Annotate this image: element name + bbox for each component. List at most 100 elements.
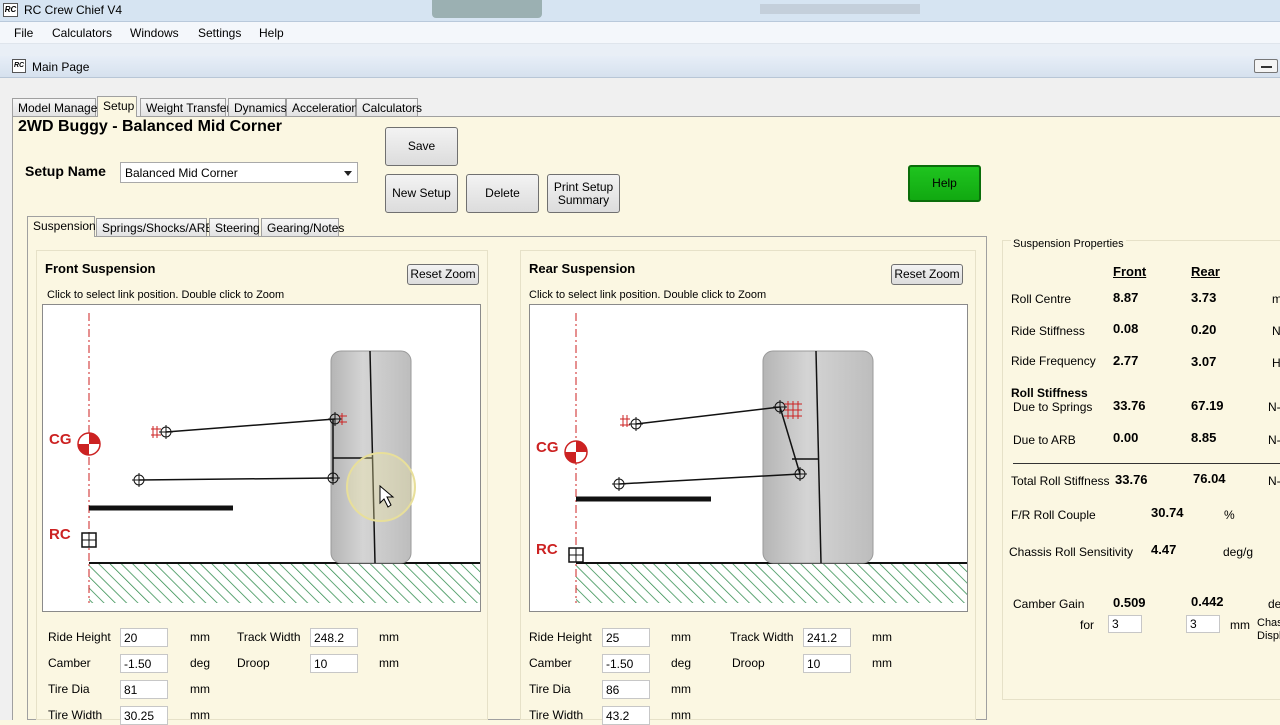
- front-suspension-canvas[interactable]: [42, 304, 481, 612]
- sensitivity-unit: deg/g: [1223, 545, 1254, 559]
- save-button[interactable]: Save: [385, 127, 458, 166]
- background-window-ghost: [432, 0, 542, 18]
- front-reset-zoom-button[interactable]: Reset Zoom: [407, 264, 479, 285]
- tab-acceleration[interactable]: Acceleration: [286, 98, 358, 116]
- ride-stiffness-front: 0.08: [1113, 321, 1139, 336]
- rc-marker: [568, 547, 584, 563]
- mdi-gap: [0, 44, 1280, 56]
- upper-link[interactable]: [165, 418, 336, 433]
- for-label: for: [1080, 618, 1095, 632]
- tab-weight-transfer[interactable]: Weight Transfer: [140, 98, 230, 116]
- tab-calculators[interactable]: Calculators: [356, 98, 422, 116]
- rear-tire-width-input[interactable]: 43.2: [602, 706, 650, 725]
- chassis-disp-line2: Displ: [1257, 630, 1280, 642]
- col-rear-header: Rear: [1191, 264, 1220, 279]
- window-titlebar: RC RC Crew Chief V4: [0, 0, 1280, 22]
- front-tire-dia-input[interactable]: 81: [120, 680, 168, 699]
- due-arb-rear: 8.85: [1191, 430, 1217, 445]
- front-track-width-label: Track Width: [237, 630, 301, 644]
- new-setup-button[interactable]: New Setup: [385, 174, 458, 213]
- roll-stiffness-label: Roll Stiffness: [1011, 386, 1088, 400]
- rc-marker: [81, 532, 97, 548]
- menu-help[interactable]: Help: [259, 26, 284, 40]
- menu-bar: File Calculators Windows Settings Help: [0, 22, 1280, 44]
- front-droop-unit: mm: [379, 656, 399, 670]
- tab-gearing-notes[interactable]: Gearing/Notes: [261, 218, 344, 236]
- rear-droop-unit: mm: [872, 656, 892, 670]
- print-setup-summary-button[interactable]: Print Setup Summary: [547, 174, 620, 213]
- front-camber-label: Camber: [48, 656, 91, 670]
- fr-couple-value: 30.74: [1151, 505, 1184, 520]
- front-droop-input[interactable]: 10: [310, 654, 358, 673]
- minimize-button[interactable]: [1254, 59, 1278, 73]
- roll-centre-front: 8.87: [1113, 290, 1139, 305]
- front-diagram: [77, 313, 480, 603]
- fr-couple-unit: %: [1224, 508, 1235, 522]
- camber-gain-front-input[interactable]: 3: [1108, 615, 1142, 633]
- upper-link[interactable]: [635, 406, 781, 425]
- rear-suspension-canvas[interactable]: [529, 304, 968, 612]
- rear-ride-height-input[interactable]: 25: [602, 628, 650, 647]
- print-label-line1: Print Setup: [553, 179, 614, 194]
- ground-hatch: [89, 563, 480, 603]
- pivot-markers: [132, 412, 342, 487]
- chevron-down-icon: [344, 171, 352, 176]
- rear-track-width-unit: mm: [872, 630, 892, 644]
- front-track-width-unit: mm: [379, 630, 399, 644]
- totals-divider: [1013, 463, 1280, 464]
- rear-reset-zoom-button[interactable]: Reset Zoom: [891, 264, 963, 285]
- roll-centre-rear: 3.73: [1191, 290, 1217, 305]
- tab-model-manager[interactable]: Model Manager: [12, 98, 101, 116]
- app-logo-icon: RC: [3, 3, 18, 17]
- tab-steering[interactable]: Steering: [209, 218, 260, 236]
- for-unit: mm: [1230, 618, 1250, 632]
- total-roll-unit: N-: [1268, 474, 1280, 488]
- rear-cg-label: CG: [536, 439, 559, 456]
- camber-gain-front: 0.509: [1113, 595, 1146, 610]
- due-springs-unit: N-: [1268, 400, 1280, 414]
- front-tire-dia-unit: mm: [190, 682, 210, 696]
- ride-stiffness-rear: 0.20: [1191, 322, 1217, 337]
- front-ride-height-input[interactable]: 20: [120, 628, 168, 647]
- roll-centre-label: Roll Centre: [1011, 292, 1072, 306]
- rear-ride-height-unit: mm: [671, 630, 691, 644]
- front-track-width-input[interactable]: 248.2: [310, 628, 358, 647]
- total-roll-rear: 76.04: [1193, 471, 1226, 486]
- help-button[interactable]: Help: [908, 165, 981, 202]
- camber-gain-rear-input[interactable]: 3: [1186, 615, 1220, 633]
- rear-camber-input[interactable]: -1.50: [602, 654, 650, 673]
- camber-gain-unit: de: [1268, 597, 1280, 611]
- rear-camber-label: Camber: [529, 656, 572, 670]
- tab-setup[interactable]: Setup: [97, 96, 137, 117]
- rear-diagram: [564, 313, 967, 603]
- ride-frequency-front: 2.77: [1113, 353, 1139, 368]
- rear-tire-dia-unit: mm: [671, 682, 691, 696]
- setup-name-select[interactable]: Balanced Mid Corner: [120, 162, 358, 183]
- menu-windows[interactable]: Windows: [130, 26, 179, 40]
- roll-centre-unit: m: [1272, 292, 1280, 306]
- menu-file[interactable]: File: [14, 26, 33, 40]
- tab-suspension[interactable]: Suspension: [27, 216, 96, 237]
- print-label-line2: Summary: [557, 192, 610, 207]
- cg-marker: [77, 432, 101, 456]
- lower-link[interactable]: [138, 477, 334, 481]
- tab-springs-shocks-arb[interactable]: Springs/Shocks/ARB: [96, 218, 213, 236]
- fr-couple-label: F/R Roll Couple: [1011, 508, 1096, 522]
- front-ride-height-unit: mm: [190, 630, 210, 644]
- rear-droop-input[interactable]: 10: [803, 654, 851, 673]
- rear-tire-dia-input[interactable]: 86: [602, 680, 650, 699]
- front-tire-dia-label: Tire Dia: [48, 682, 90, 696]
- due-springs-rear: 67.19: [1191, 398, 1224, 413]
- menu-calculators[interactable]: Calculators: [52, 26, 112, 40]
- main-page-title: Main Page: [32, 60, 90, 74]
- front-droop-label: Droop: [237, 656, 270, 670]
- rear-hint: Click to select link position. Double cl…: [529, 289, 767, 301]
- rear-camber-unit: deg: [671, 656, 692, 670]
- due-arb-unit: N-: [1268, 433, 1280, 447]
- front-tire-width-input[interactable]: 30.25: [120, 706, 168, 725]
- tab-dynamics[interactable]: Dynamics: [228, 98, 287, 116]
- menu-settings[interactable]: Settings: [198, 26, 241, 40]
- delete-button[interactable]: Delete: [466, 174, 539, 213]
- front-camber-input[interactable]: -1.50: [120, 654, 168, 673]
- rear-track-width-input[interactable]: 241.2: [803, 628, 851, 647]
